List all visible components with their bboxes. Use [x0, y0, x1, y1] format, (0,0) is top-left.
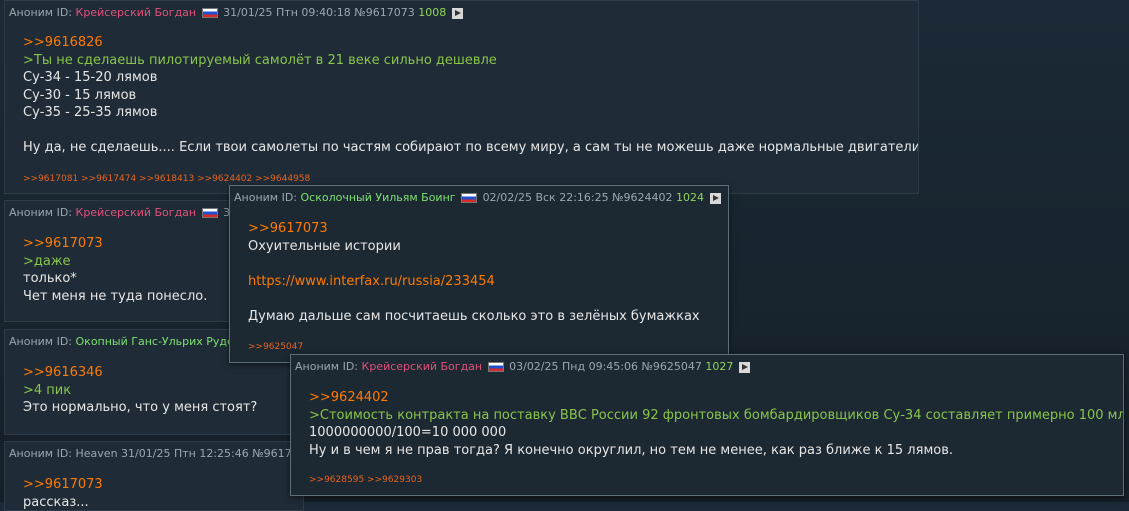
text-line: Ну да, не сделаешь.... Если твои самолет…	[23, 139, 910, 157]
post-header: Аноним ID: Окопный Ганс-Ульрих Руде	[9, 335, 234, 349]
quote-text: >Ты не сделаешь пилотируемый самолёт в 2…	[23, 52, 910, 70]
text-line: Думаю дальше сам посчитаешь сколько это …	[248, 308, 720, 326]
poster-id-name: Осколочный Уильям Боинг	[301, 191, 456, 204]
quote-text: >Стоимость контракта на поставку ВВС Рос…	[309, 407, 1115, 425]
popup-post-9624402: Аноним ID: Осколочный Уильям Боинг 02/02…	[229, 185, 729, 363]
poster-id-name: Окопный Ганс-Ульрих Руде	[76, 335, 234, 348]
replies-list[interactable]: >>9628595 >>9629303	[309, 475, 422, 485]
external-link[interactable]: https://www.interfax.ru/russia/233454	[248, 273, 720, 291]
blank-line	[23, 122, 910, 140]
post-count: 1008	[418, 6, 446, 19]
post-header: Аноним ID: Крейсерский Богдан 31/01/25 П…	[9, 6, 463, 20]
play-icon[interactable]	[739, 362, 750, 373]
poster-id-name: Крейсерский Богдан	[76, 6, 197, 19]
anon-label: Аноним ID:	[9, 6, 72, 19]
post-body: >>9617073 Охуительные истории https://ww…	[248, 220, 720, 325]
anon-label: Аноним ID:	[9, 335, 72, 348]
post-9617073: Аноним ID: Крейсерский Богдан 31/01/25 П…	[4, 0, 919, 194]
post-header: Аноним ID: Крейсерский Богдан 3	[9, 206, 230, 220]
popup-post-9625047: Аноним ID: Крейсерский Богдан 03/02/25 П…	[290, 354, 1124, 496]
blank-line	[248, 290, 720, 308]
russia-flag-icon	[488, 362, 504, 372]
post-body: >>9624402 >Стоимость контракта на постав…	[309, 389, 1115, 459]
text-line: Су-35 - 25-35 лямов	[23, 104, 910, 122]
reply-link[interactable]: >>9616826	[23, 34, 910, 52]
anon-label: Аноним ID:	[9, 206, 72, 219]
anon-label: Аноним ID:	[295, 360, 358, 373]
russia-flag-icon	[202, 208, 218, 218]
post-header: Аноним ID: Крейсерский Богдан 03/02/25 П…	[295, 360, 750, 374]
reply-link[interactable]: >>9617073	[23, 476, 295, 494]
replies-list[interactable]: >>9617081 >>9617474 >>9618413 >>9624402 …	[23, 174, 310, 184]
post-number[interactable]: №9617073	[354, 6, 414, 19]
text-line: рассказ...	[23, 494, 295, 511]
russia-flag-icon	[202, 8, 218, 18]
anon-label: Аноним ID:	[234, 191, 297, 204]
poster-id-name: Крейсерский Богдан	[76, 206, 197, 219]
post-date: 03/02/25 Пнд 09:45:06	[509, 360, 638, 373]
blank-line	[248, 255, 720, 273]
play-icon[interactable]	[710, 193, 721, 204]
reply-link[interactable]: >>9616346	[23, 364, 295, 382]
text-line: Су-30 - 15 лямов	[23, 87, 910, 105]
text-line: Охуительные истории	[248, 238, 720, 256]
post-body: >>9617073 рассказ...	[23, 476, 295, 511]
post-body: >>9616826 >Ты не сделаешь пилотируемый с…	[23, 34, 910, 157]
text-line: 1000000000/100=10 000 000	[309, 424, 1115, 442]
reply-link[interactable]: >>9617073	[248, 220, 720, 238]
poster-id-name: Heaven	[76, 447, 118, 460]
post-reply-4: Аноним ID: Heaven 31/01/25 Птн 12:25:46 …	[4, 441, 304, 511]
post-date: 31/01/25 Птн 12:25:46 №96174	[121, 447, 299, 460]
post-date: 02/02/25 Вск 22:16:25	[483, 191, 609, 204]
post-header: Аноним ID: Осколочный Уильям Боинг 02/02…	[234, 191, 721, 205]
anon-label: Аноним ID:	[9, 447, 72, 460]
text-line: Су-34 - 15-20 лямов	[23, 69, 910, 87]
text-line: Ну и в чем я не прав тогда? Я конечно ок…	[309, 442, 1115, 460]
reply-link[interactable]: >>9624402	[309, 389, 1115, 407]
post-body: >>9616346 >4 пик Это нормально, что у ме…	[23, 364, 295, 417]
replies-list[interactable]: >>9625047	[248, 342, 303, 352]
post-header: Аноним ID: Heaven 31/01/25 Птн 12:25:46 …	[9, 447, 299, 461]
poster-id-name: Крейсерский Богдан	[362, 360, 483, 373]
play-icon[interactable]	[452, 8, 463, 19]
post-count: 1024	[676, 191, 704, 204]
russia-flag-icon	[461, 193, 477, 203]
quote-text: >4 пик	[23, 382, 295, 400]
text-line: Это нормально, что у меня стоят?	[23, 399, 295, 417]
post-count: 1027	[705, 360, 733, 373]
post-date: 31/01/25 Птн 09:40:18	[223, 6, 351, 19]
post-number[interactable]: №9625047	[641, 360, 701, 373]
post-number[interactable]: №9624402	[612, 191, 672, 204]
